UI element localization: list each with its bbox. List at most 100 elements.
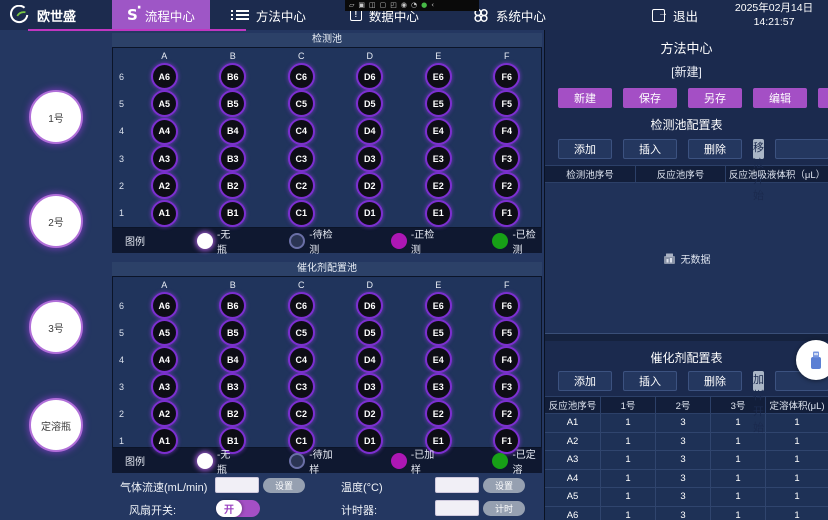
well-F3[interactable]: F3 xyxy=(493,373,520,400)
well-D2[interactable]: D2 xyxy=(356,400,383,427)
well-A2[interactable]: A2 xyxy=(151,400,178,427)
well-E6[interactable]: E6 xyxy=(425,292,452,319)
well-B2[interactable]: B2 xyxy=(219,172,246,199)
bottle-2号[interactable]: 2号 xyxy=(29,194,83,248)
well-A3[interactable]: A3 xyxy=(151,145,178,172)
button-添加[interactable]: 添加 xyxy=(558,371,612,391)
well-D1[interactable]: D1 xyxy=(356,200,383,227)
well-E3[interactable]: E3 xyxy=(425,145,452,172)
well-B3[interactable]: B3 xyxy=(219,373,246,400)
well-C6[interactable]: C6 xyxy=(288,63,315,90)
nav-process[interactable]: S流程中心 xyxy=(112,0,210,30)
well-C5[interactable]: C5 xyxy=(288,90,315,117)
well-B4[interactable]: B4 xyxy=(219,346,246,373)
table-row-A3[interactable]: A31311 xyxy=(545,451,828,470)
fan-toggle[interactable]: 开 xyxy=(216,500,260,517)
partial-button[interactable] xyxy=(775,139,828,159)
button-保存[interactable]: 保存 xyxy=(623,88,677,108)
bottle-1号[interactable]: 1号 xyxy=(29,90,83,144)
exit-button[interactable]: 退出 xyxy=(652,6,698,25)
well-B4[interactable]: B4 xyxy=(219,118,246,145)
well-C4[interactable]: C4 xyxy=(288,118,315,145)
button-插入[interactable]: 插入 xyxy=(623,371,677,391)
gas-flow-input[interactable] xyxy=(215,477,259,493)
well-E1[interactable]: E1 xyxy=(425,200,452,227)
temperature-input[interactable] xyxy=(435,477,479,493)
well-F1[interactable]: F1 xyxy=(493,200,520,227)
well-F2[interactable]: F2 xyxy=(493,400,520,427)
well-D6[interactable]: D6 xyxy=(356,63,383,90)
well-A6[interactable]: A6 xyxy=(151,63,178,90)
button-添加[interactable]: 添加 xyxy=(558,139,612,159)
window-icon[interactable]: ▢ xyxy=(380,1,387,10)
capture-icon[interactable]: ◰ xyxy=(390,1,397,10)
table-row-A2[interactable]: A21311 xyxy=(545,433,828,452)
well-F5[interactable]: F5 xyxy=(493,319,520,346)
camera-icon[interactable]: ▣ xyxy=(358,1,365,10)
well-C2[interactable]: C2 xyxy=(288,172,315,199)
well-E3[interactable]: E3 xyxy=(425,373,452,400)
well-D6[interactable]: D6 xyxy=(356,292,383,319)
well-A6[interactable]: A6 xyxy=(151,292,178,319)
button-另存[interactable]: 另存 xyxy=(688,88,742,108)
annotate-icon[interactable]: ▱ xyxy=(349,1,354,10)
bottle-定溶瓶[interactable]: 定溶瓶 xyxy=(29,398,83,452)
well-D3[interactable]: D3 xyxy=(356,145,383,172)
well-A1[interactable]: A1 xyxy=(151,200,178,227)
well-D5[interactable]: D5 xyxy=(356,90,383,117)
table-row-A1[interactable]: A11311 xyxy=(545,414,828,433)
well-A4[interactable]: A4 xyxy=(151,118,178,145)
well-C6[interactable]: C6 xyxy=(288,292,315,319)
well-C1[interactable]: C1 xyxy=(288,200,315,227)
well-E4[interactable]: E4 xyxy=(425,118,452,145)
well-F2[interactable]: F2 xyxy=(493,172,520,199)
well-E5[interactable]: E5 xyxy=(425,90,452,117)
timer-input[interactable] xyxy=(435,500,479,516)
well-B6[interactable]: B6 xyxy=(219,292,246,319)
well-E5[interactable]: E5 xyxy=(425,319,452,346)
well-B6[interactable]: B6 xyxy=(219,63,246,90)
well-F3[interactable]: F3 xyxy=(493,145,520,172)
well-C2[interactable]: C2 xyxy=(288,400,315,427)
well-B3[interactable]: B3 xyxy=(219,145,246,172)
well-F4[interactable]: F4 xyxy=(493,118,520,145)
gas-flow-set-button[interactable]: 设置 xyxy=(263,478,305,493)
well-C4[interactable]: C4 xyxy=(288,346,315,373)
well-C3[interactable]: C3 xyxy=(288,145,315,172)
partial-button[interactable] xyxy=(818,88,828,108)
well-F6[interactable]: F6 xyxy=(493,292,520,319)
table-row-A4[interactable]: A41311 xyxy=(545,470,828,489)
button-新建[interactable]: 新建 xyxy=(558,88,612,108)
temperature-set-button[interactable]: 设置 xyxy=(483,478,525,493)
well-B5[interactable]: B5 xyxy=(219,90,246,117)
button-删除[interactable]: 删除 xyxy=(688,371,742,391)
well-B5[interactable]: B5 xyxy=(219,319,246,346)
record-icon[interactable]: ● xyxy=(421,1,427,10)
well-F4[interactable]: F4 xyxy=(493,346,520,373)
well-A3[interactable]: A3 xyxy=(151,373,178,400)
table-row-A5[interactable]: A51311 xyxy=(545,488,828,507)
well-A4[interactable]: A4 xyxy=(151,346,178,373)
well-F6[interactable]: F6 xyxy=(493,63,520,90)
well-C3[interactable]: C3 xyxy=(288,373,315,400)
bottle-3号[interactable]: 3号 xyxy=(29,300,83,354)
timer-icon[interactable]: ◔ xyxy=(411,1,417,10)
well-D4[interactable]: D4 xyxy=(356,346,383,373)
film-icon[interactable]: ◉ xyxy=(401,1,407,10)
screen-recorder-toolbar[interactable]: ▱ ▣ ◫ ▢◰ ◉ ◔ ● ‹ xyxy=(345,0,479,11)
well-E6[interactable]: E6 xyxy=(425,63,452,90)
pipette-start-button[interactable]: 移液开始 xyxy=(753,139,764,159)
well-F5[interactable]: F5 xyxy=(493,90,520,117)
well-A5[interactable]: A5 xyxy=(151,90,178,117)
usb-device-button[interactable] xyxy=(796,340,828,380)
button-插入[interactable]: 插入 xyxy=(623,139,677,159)
well-B1[interactable]: B1 xyxy=(219,200,246,227)
well-E2[interactable]: E2 xyxy=(425,400,452,427)
well-D2[interactable]: D2 xyxy=(356,172,383,199)
well-A5[interactable]: A5 xyxy=(151,319,178,346)
collapse-icon[interactable]: ‹ xyxy=(431,1,434,10)
button-编辑[interactable]: 编辑 xyxy=(753,88,807,108)
well-D5[interactable]: D5 xyxy=(356,319,383,346)
pointer-icon[interactable]: ◫ xyxy=(369,1,376,10)
well-B2[interactable]: B2 xyxy=(219,400,246,427)
